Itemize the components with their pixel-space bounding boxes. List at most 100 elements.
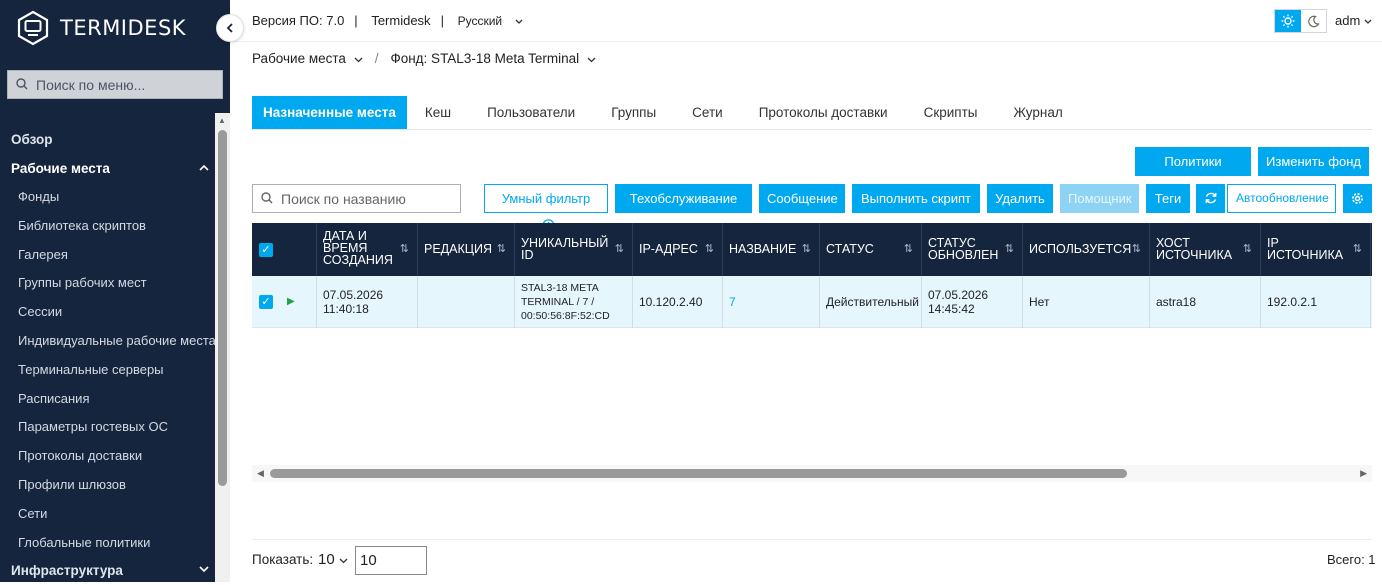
sun-icon[interactable] [1275,10,1301,32]
sidebar-group-overview[interactable]: Обзор [0,125,215,154]
autorefresh-button[interactable]: Автообновление [1227,184,1336,213]
sidebar-group-label: Инфраструктура [11,563,123,578]
sort-icon[interactable]: ⇅ [904,243,913,255]
column-label: Название [729,242,797,256]
sidebar-item-sessions[interactable]: Сессии [0,298,215,327]
cell-name-link[interactable]: 7 [723,276,820,328]
language-select[interactable]: Русский [458,14,524,28]
helper-button[interactable]: Помощник [1060,184,1139,213]
run-script-button[interactable]: Выполнить скрипт [852,184,980,213]
chevron-up-icon [199,154,209,183]
tab-journal[interactable]: Журнал [995,96,1080,129]
scroll-left-arrow-icon[interactable]: ◀ [257,468,264,479]
gear-icon [1352,193,1363,204]
sidebar-item-pools[interactable]: Фонды [0,183,215,212]
column-header-ip[interactable]: IP-адрес ⇅ [633,223,723,276]
tab-delivery-protocols[interactable]: Протоколы доставки [741,96,906,129]
table-horizontal-scrollbar[interactable]: ◀ ▶ [252,465,1372,482]
breadcrumb-root[interactable]: Рабочие места [252,51,363,66]
select-all-checkbox[interactable]: ✓ [259,242,273,257]
user-menu[interactable]: adm [1335,13,1372,28]
sidebar-item-global-policies[interactable]: Глобальные политики [0,529,215,558]
column-label: Статус [826,242,874,256]
column-header-revision[interactable]: Редакция ⇅ [418,223,515,276]
cell-source-ip: 192.0.2.1 [1261,276,1371,328]
sidebar-group-workplaces[interactable]: Рабочие места [0,154,215,183]
tab-cache[interactable]: Кеш [407,96,469,129]
chevron-down-icon [199,556,209,585]
tab-groups[interactable]: Группы [593,96,674,129]
scroll-up-arrow-icon[interactable]: ▲ [218,116,226,125]
column-header-created[interactable]: Дата и время создания ⇅ [317,223,418,276]
breadcrumb-current[interactable]: Фонд: STAL3-18 Meta Terminal [390,51,596,66]
sort-icon[interactable]: ⇅ [400,243,409,255]
page-size-select[interactable]: 10 [318,551,348,568]
sidebar-scrollbar-thumb[interactable] [218,130,227,486]
column-header-uid[interactable]: Уникальный ID ⇅ [515,223,633,276]
sidebar-item-delivery-protocols[interactable]: Протоколы доставки [0,442,215,471]
assigned-table: ✓ Дата и время создания ⇅ Редакция ⇅ Уника… [252,223,1372,483]
tags-button[interactable]: Теги [1146,184,1190,213]
name-search-input[interactable]: Поиск по названию [252,184,461,213]
settings-button[interactable] [1343,184,1372,213]
delete-button[interactable]: Удалить [987,184,1053,213]
maintenance-label: Техобслуживание [629,191,738,206]
sort-icon[interactable]: ⇅ [615,243,624,255]
sort-icon[interactable]: ⇅ [1243,243,1252,255]
column-header-source-host[interactable]: Хост источника ⇅ [1150,223,1261,276]
refresh-button[interactable] [1196,184,1225,213]
sidebar-item-terminal-servers[interactable]: Терминальные серверы [0,356,215,385]
tab-scripts[interactable]: Скрипты [906,96,996,129]
sidebar-item-workplace-groups[interactable]: Группы рабочих мест [0,269,215,298]
breadcrumb: Рабочие места / Фонд: STAL3-18 Meta Term… [252,51,596,66]
sidebar-item-gateway-profiles[interactable]: Профили шлюзов [0,471,215,500]
column-label: Хост источника [1156,236,1233,262]
sort-icon[interactable]: ⇅ [497,243,506,255]
sidebar-item-schedules[interactable]: Расписания [0,385,215,414]
pool-policies-button[interactable]: Политики фонда [1135,147,1251,198]
message-button[interactable]: Сообщение [759,184,845,213]
sidebar-group-infrastructure[interactable]: Инфраструктура [0,556,215,585]
sidebar-item-script-library[interactable]: Библиотека скриптов [0,212,215,241]
column-header-status[interactable]: Статус ⇅ [820,223,922,276]
cell-source-host: astra18 [1150,276,1261,328]
scroll-right-arrow-icon[interactable]: ▶ [1360,468,1367,479]
sidebar-item-guest-os-params[interactable]: Параметры гостевых ОС [0,413,215,442]
maintenance-dropdown[interactable]: Техобслуживание [615,184,752,231]
collapse-sidebar-button[interactable] [216,14,244,42]
page-number-input[interactable]: 10 [355,546,427,575]
menu-search-input[interactable]: Поиск по меню... [7,70,223,99]
table-row[interactable]: ✓ ▶ 07.05.2026 11:40:18 STAL3-18 META TE… [252,276,1372,328]
table-scrollbar-thumb[interactable] [270,469,1127,478]
sort-icon[interactable]: ⇅ [705,243,714,255]
sort-icon[interactable]: ⇅ [1353,243,1362,255]
cell-created: 07.05.2026 11:40:18 [317,276,418,328]
cell-revision [418,276,515,328]
sidebar: TERMIDESK Поиск по меню... Обзор Рабочие… [0,0,230,582]
sort-icon[interactable]: ⇅ [1132,243,1141,255]
tab-users[interactable]: Пользователи [469,96,593,129]
theme-toggle[interactable] [1274,9,1327,33]
moon-icon[interactable] [1301,10,1327,32]
expand-row-icon[interactable]: ▶ [287,295,295,309]
chevron-down-icon [1364,19,1372,24]
sort-icon[interactable]: ⇅ [802,243,811,255]
column-label: Редакция [424,242,493,256]
row-checkbox[interactable]: ✓ [259,295,273,309]
tab-networks[interactable]: Сети [674,96,741,129]
column-header-source-ip[interactable]: IP источника ⇅ [1261,223,1371,276]
column-header-status-updated[interactable]: Статус обновлен ⇅ [922,223,1023,276]
column-header-in-use[interactable]: Используется ⇅ [1023,223,1150,276]
sidebar-scrollbar[interactable]: ▲ [215,113,230,582]
tab-assigned[interactable]: Назначенные места [252,96,407,129]
logo[interactable]: TERMIDESK [16,10,186,46]
smart-filter-button[interactable]: Умный фильтр [484,184,608,232]
column-header-name[interactable]: Название ⇅ [723,223,820,276]
sidebar-item-networks[interactable]: Сети [0,500,215,529]
sort-icon[interactable]: ⇅ [1005,243,1014,255]
edit-pool-button[interactable]: Изменить фонд [1258,147,1369,176]
user-name: adm [1335,13,1361,28]
sidebar-item-gallery[interactable]: Галерея [0,241,215,270]
sidebar-item-individual-workplaces[interactable]: Индивидуальные рабочие места [0,327,215,356]
table-header: ✓ Дата и время создания ⇅ Редакция ⇅ Уника… [252,223,1372,276]
